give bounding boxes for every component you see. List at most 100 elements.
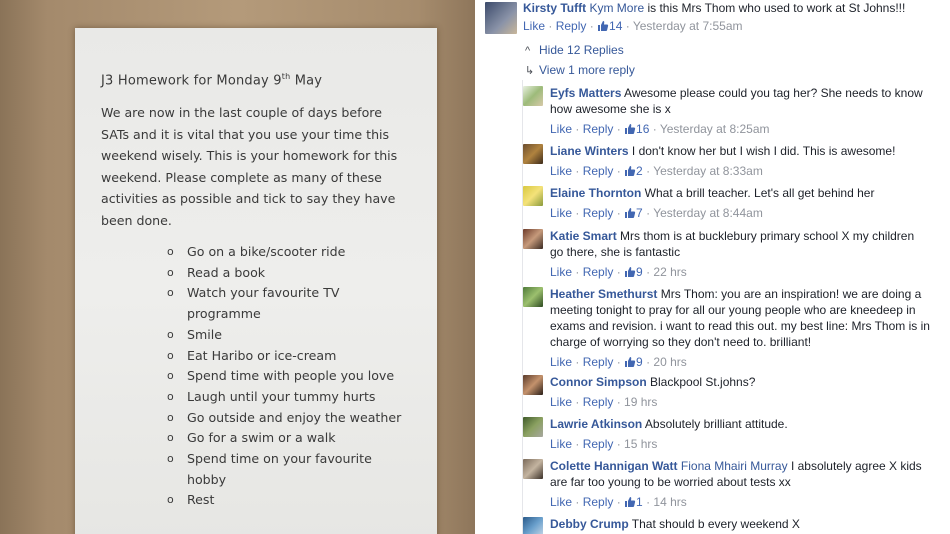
comment-time[interactable]: Yesterday at 8:33am bbox=[653, 164, 763, 178]
reply-button[interactable]: Reply bbox=[583, 495, 614, 509]
reply-comment: Debby Crump That should b every weekend … bbox=[550, 516, 930, 534]
like-button[interactable]: Like bbox=[550, 395, 572, 409]
like-button[interactable]: Like bbox=[550, 437, 572, 451]
like-button[interactable]: Like bbox=[550, 164, 572, 178]
like-button[interactable]: Like bbox=[550, 495, 572, 509]
comment-author[interactable]: Debby Crump bbox=[550, 517, 629, 531]
reply-comment: Connor Simpson Blackpool St.johns? Like ·… bbox=[550, 374, 930, 410]
comment-author[interactable]: Liane Winters bbox=[550, 144, 629, 158]
comment-author[interactable]: Eyfs Matters bbox=[550, 86, 621, 100]
like-count[interactable]: 9 bbox=[636, 265, 643, 279]
paper-title: J3 Homework for Monday 9th May bbox=[101, 72, 323, 89]
reply-comment: Katie Smart Mrs thom is at bucklebury pr… bbox=[550, 228, 930, 282]
activity-item: Spend time with people you love bbox=[167, 366, 407, 387]
thumbs-up-icon bbox=[624, 165, 636, 181]
reply-button[interactable]: Reply bbox=[583, 355, 614, 369]
activity-item: Watch your favourite TV programme bbox=[167, 283, 407, 324]
reply-button[interactable]: Reply bbox=[583, 437, 614, 451]
reply-comment: Lawrie Atkinson Absolutely brilliant att… bbox=[550, 416, 930, 452]
comment-actions: Like · Reply · 2 · Yesterday at 8:33am bbox=[550, 163, 930, 181]
like-button[interactable]: Like bbox=[550, 122, 572, 136]
activity-item: Go for a swim or a walk bbox=[167, 428, 407, 449]
activity-item: Go outside and enjoy the weather bbox=[167, 408, 407, 429]
comment-text: That should b every weekend X bbox=[628, 517, 800, 531]
comment-time[interactable]: Yesterday at 7:55am bbox=[633, 19, 743, 33]
comment-author[interactable]: Lawrie Atkinson bbox=[550, 417, 642, 431]
like-count[interactable]: 9 bbox=[636, 355, 643, 369]
avatar[interactable] bbox=[523, 517, 543, 534]
reply-arrow-icon: ↳ bbox=[525, 65, 535, 77]
homework-photo: J3 Homework for Monday 9th May We are no… bbox=[0, 0, 475, 534]
activity-item: Eat Haribo or ice-cream bbox=[167, 346, 407, 367]
reply-comment: Elaine Thornton What a brill teacher. Le… bbox=[550, 185, 930, 223]
avatar[interactable] bbox=[523, 417, 543, 437]
like-button[interactable]: Like bbox=[550, 206, 572, 220]
hide-replies-link[interactable]: ^ Hide 12 Replies bbox=[525, 43, 624, 57]
avatar[interactable] bbox=[523, 86, 543, 106]
view-more-replies-link[interactable]: ↳ View 1 more reply bbox=[525, 63, 635, 77]
activity-item: Spend time on your favourite hobby bbox=[167, 449, 407, 490]
comment-thread: Kirsty Tufft Kym More is this Mrs Thom w… bbox=[475, 0, 950, 534]
thumbs-up-icon bbox=[597, 20, 609, 36]
comment-actions: Like · Reply · 9 · 20 hrs bbox=[550, 354, 930, 372]
mention-link[interactable]: Kym More bbox=[589, 1, 644, 15]
comment-time[interactable]: Yesterday at 8:44am bbox=[653, 206, 763, 220]
thumbs-up-icon bbox=[624, 356, 636, 372]
reply-comment: Colette Hannigan Watt Fiona Mhairi Murra… bbox=[550, 458, 930, 512]
activity-item: Smile bbox=[167, 325, 407, 346]
like-count[interactable]: 7 bbox=[636, 206, 643, 220]
reply-button[interactable]: Reply bbox=[583, 122, 614, 136]
comment-author[interactable]: Elaine Thornton bbox=[550, 186, 641, 200]
reply-comment: Heather Smethurst Mrs Thom: you are an i… bbox=[550, 286, 930, 372]
comment-text: What a brill teacher. Let's all get behi… bbox=[641, 186, 875, 200]
avatar[interactable] bbox=[523, 144, 543, 164]
comment-time[interactable]: 14 hrs bbox=[653, 495, 686, 509]
comment-time[interactable]: 22 hrs bbox=[653, 265, 686, 279]
avatar[interactable] bbox=[523, 287, 543, 307]
comment-actions: Like · Reply · 1 · 14 hrs bbox=[550, 494, 930, 512]
avatar[interactable] bbox=[485, 2, 517, 34]
comment-author[interactable]: Katie Smart bbox=[550, 229, 617, 243]
collapse-arrow-icon: ^ bbox=[525, 45, 531, 57]
reply-button[interactable]: Reply bbox=[556, 19, 587, 33]
like-button[interactable]: Like bbox=[523, 19, 545, 33]
reply-comment: Eyfs Matters Awesome please could you ta… bbox=[550, 85, 930, 139]
activity-list: Go on a bike/scooter rideRead a bookWatc… bbox=[167, 242, 407, 511]
reply-comment: Liane Winters I don't know her but I wis… bbox=[550, 143, 930, 181]
avatar[interactable] bbox=[523, 229, 543, 249]
avatar[interactable] bbox=[523, 186, 543, 206]
like-count[interactable]: 14 bbox=[609, 19, 622, 33]
reply-button[interactable]: Reply bbox=[583, 206, 614, 220]
comment-text: Absolutely brilliant attitude. bbox=[642, 417, 788, 431]
reply-button[interactable]: Reply bbox=[583, 395, 614, 409]
comment-time[interactable]: Yesterday at 8:25am bbox=[660, 122, 770, 136]
activity-item: Read a book bbox=[167, 263, 407, 284]
comment-author[interactable]: Connor Simpson bbox=[550, 375, 647, 389]
comment-time[interactable]: 20 hrs bbox=[653, 355, 686, 369]
reply-button[interactable]: Reply bbox=[583, 265, 614, 279]
thumbs-up-icon bbox=[624, 266, 636, 282]
comment-actions: Like · Reply · 15 hrs bbox=[550, 437, 658, 451]
like-button[interactable]: Like bbox=[550, 265, 572, 279]
comment-author[interactable]: Heather Smethurst bbox=[550, 287, 657, 301]
comment-author[interactable]: Colette Hannigan Watt bbox=[550, 459, 678, 473]
paper-intro: We are now in the last couple of days be… bbox=[101, 105, 398, 228]
comment-author[interactable]: Kirsty Tufft bbox=[523, 1, 586, 15]
comment-time[interactable]: 19 hrs bbox=[624, 395, 657, 409]
like-button[interactable]: Like bbox=[550, 355, 572, 369]
comment-actions: Like · Reply · 16 · Yesterday at 8:25am bbox=[550, 121, 930, 139]
activity-item: Rest bbox=[167, 490, 407, 511]
like-count[interactable]: 2 bbox=[636, 164, 643, 178]
comment-time[interactable]: 15 hrs bbox=[624, 437, 657, 451]
avatar[interactable] bbox=[523, 375, 543, 395]
like-count[interactable]: 1 bbox=[636, 495, 643, 509]
like-count[interactable]: 16 bbox=[636, 122, 649, 136]
reply-button[interactable]: Reply bbox=[583, 164, 614, 178]
comment-actions: Like · Reply · 9 · 22 hrs bbox=[550, 264, 930, 282]
mention-link[interactable]: Fiona Mhairi Murray bbox=[681, 459, 788, 473]
comment-text: I don't know her but I wish I did. This … bbox=[628, 144, 896, 158]
comment-actions: Like · Reply · 14 · Yesterday at 7:55am bbox=[523, 18, 933, 36]
thumbs-up-icon bbox=[624, 207, 636, 223]
activity-item: Go on a bike/scooter ride bbox=[167, 242, 407, 263]
avatar[interactable] bbox=[523, 459, 543, 479]
